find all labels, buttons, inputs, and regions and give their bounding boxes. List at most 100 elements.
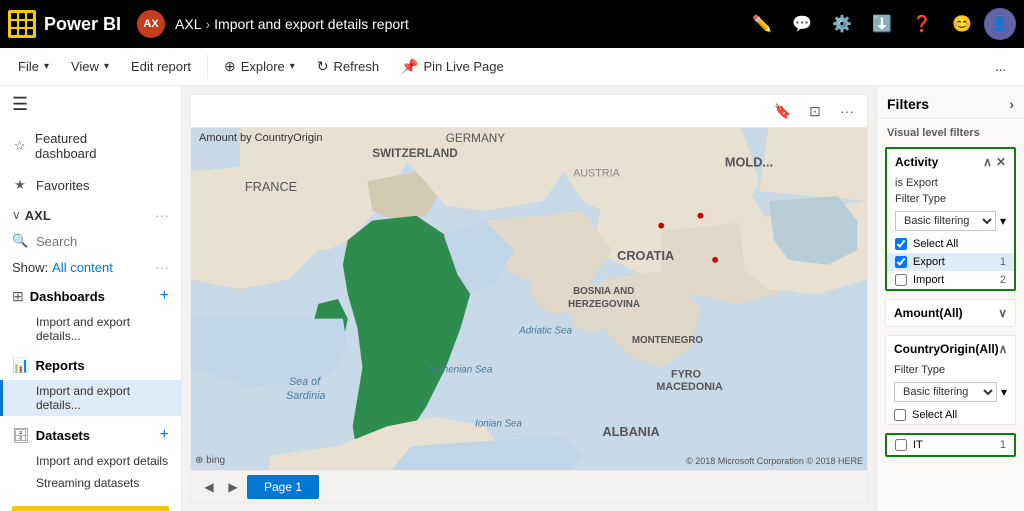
sidebar-item-favorites[interactable]: ★ Favorites xyxy=(0,169,181,201)
dataset-sub-item-2[interactable]: Streaming datasets xyxy=(0,472,181,494)
svg-text:CROATIA: CROATIA xyxy=(617,248,674,263)
toolbar-sep-1 xyxy=(207,55,208,79)
country-actions: ∧ xyxy=(999,342,1008,356)
report-sub-item-active[interactable]: Import and export details... xyxy=(0,380,181,416)
country-filter-group: CountryOrigin(All) ∧ Filter Type Basic f… xyxy=(885,335,1016,425)
reports-section-row: 📊 Reports xyxy=(0,351,181,380)
report-card-header: 🔖 ⊡ ··· xyxy=(191,95,867,128)
refresh-button[interactable]: ↻ Refresh xyxy=(307,54,389,79)
amount-label: Amount(All) xyxy=(894,306,963,320)
sidebar-search[interactable]: 🔍 xyxy=(0,229,181,253)
help-icon[interactable]: ❓ xyxy=(904,6,940,42)
sidebar-item-featured[interactable]: ☆ Featured dashboard ··· xyxy=(0,123,181,169)
it-checkbox-row: IT 1 xyxy=(887,435,1014,455)
svg-text:MONTENEGRO: MONTENEGRO xyxy=(632,335,704,346)
activity-filter-header[interactable]: Activity ∧ ✕ xyxy=(887,149,1014,175)
amount-filter-header[interactable]: Amount(All) ∨ xyxy=(886,300,1015,326)
refresh-icon: ↻ xyxy=(317,58,329,75)
more-visual-icon[interactable]: ··· xyxy=(835,99,859,123)
app-logo[interactable]: Power BI xyxy=(8,10,121,38)
prev-page-btn[interactable]: ◀ xyxy=(199,477,219,497)
country-label: CountryOrigin(All) xyxy=(894,342,999,356)
file-menu[interactable]: File ▾ xyxy=(8,55,59,78)
svg-text:MOLD...: MOLD... xyxy=(725,155,773,170)
filters-panel: Filters › Visual level filters Activity … xyxy=(876,86,1024,511)
comment-icon[interactable]: 💬 xyxy=(784,6,820,42)
bing-label: ⊕ bing xyxy=(195,455,225,466)
focus-icon[interactable]: ⊡ xyxy=(803,99,827,123)
favorites-icon: ★ xyxy=(12,177,28,193)
activity-close-icon[interactable]: ✕ xyxy=(996,155,1006,169)
view-chevron: ▾ xyxy=(104,61,109,72)
dashboards-section-row: ⊞ Dashboards + xyxy=(0,281,181,311)
bookmark-icon[interactable]: 🔖 xyxy=(771,99,795,123)
pin-live-button[interactable]: 📌 Pin Live Page xyxy=(391,54,514,79)
topbar: Power BI AX AXL › Import and export deta… xyxy=(0,0,1024,48)
import-label: Import xyxy=(913,274,944,286)
sidebar-bottom: ⬀ Get Data xyxy=(0,494,181,511)
user-avatar[interactable]: 👤 xyxy=(984,8,1016,40)
is-export-label: is Export xyxy=(887,175,1014,191)
settings-icon[interactable]: ⚙️ xyxy=(824,6,860,42)
datasets-label[interactable]: Datasets xyxy=(36,428,90,443)
import-checkbox-row: Import 2 xyxy=(887,271,1014,289)
svg-text:Adriatic Sea: Adriatic Sea xyxy=(518,325,572,336)
featured-icon: ☆ xyxy=(12,138,27,154)
country-filter-header[interactable]: CountryOrigin(All) ∧ xyxy=(886,336,1015,362)
explore-menu[interactable]: ⊕ Explore ▾ xyxy=(214,54,305,79)
dataset-sub-item-1[interactable]: Import and export details xyxy=(0,450,181,472)
dashboard-icon: ⊞ xyxy=(12,288,24,305)
show-all-link[interactable]: All content xyxy=(52,260,113,275)
reports-icon: 📊 xyxy=(12,357,29,374)
explore-chevron: ▾ xyxy=(290,61,295,72)
country-select-all-checkbox[interactable] xyxy=(894,409,906,421)
download-icon[interactable]: ⬇️ xyxy=(864,6,900,42)
show-more-icon[interactable]: ··· xyxy=(155,259,169,275)
edit-icon[interactable]: ✏️ xyxy=(744,6,780,42)
breadcrumb: AX AXL › Import and export details repor… xyxy=(137,10,409,38)
import-checkbox[interactable] xyxy=(895,274,907,286)
more-options-button[interactable]: ... xyxy=(985,55,1016,78)
search-input[interactable] xyxy=(36,234,169,249)
show-label: Show: xyxy=(12,260,48,275)
export-checkbox[interactable] xyxy=(895,256,907,268)
dashboards-label[interactable]: Dashboards xyxy=(30,289,105,304)
page-1-tab[interactable]: Page 1 xyxy=(247,475,319,499)
reports-label[interactable]: Reports xyxy=(35,358,84,373)
emoji-icon[interactable]: 😊 xyxy=(944,6,980,42)
get-data-button[interactable]: ⬀ Get Data xyxy=(12,506,169,511)
view-menu[interactable]: View ▾ xyxy=(61,55,119,78)
breadcrumb-workspace[interactable]: AXL xyxy=(175,16,201,32)
svg-text:HERZEGOVINA: HERZEGOVINA xyxy=(568,299,640,310)
country-collapse-icon[interactable]: ∧ xyxy=(999,342,1008,356)
filters-title: Filters xyxy=(887,96,929,112)
it-checkbox[interactable] xyxy=(895,439,907,451)
map-container: Amount by CountryOrigin xyxy=(191,128,867,470)
add-dataset-icon[interactable]: + xyxy=(160,426,169,444)
activity-filter-type-select[interactable]: Basic filtering xyxy=(895,211,996,231)
datasets-section-row: 🗄 Datasets + xyxy=(0,420,181,450)
svg-text:SWITZERLAND: SWITZERLAND xyxy=(372,147,458,160)
topbar-actions: ✏️ 💬 ⚙️ ⬇️ ❓ 😊 👤 xyxy=(744,6,1016,42)
app-name: Power BI xyxy=(44,14,121,35)
copyright-label: © 2018 Microsoft Corporation © 2018 HERE xyxy=(686,456,863,466)
activity-collapse-icon[interactable]: ∧ xyxy=(983,155,992,169)
sidebar-toggle[interactable]: ☰ xyxy=(0,86,181,123)
axl-more-icon[interactable]: ··· xyxy=(155,207,169,223)
amount-expand-icon[interactable]: ∨ xyxy=(998,306,1007,320)
filters-expand-btn[interactable]: › xyxy=(1009,96,1014,112)
axl-collapse-icon[interactable]: ∨ xyxy=(12,208,21,222)
sidebar: ☰ ☆ Featured dashboard ··· ★ Favorites ∨… xyxy=(0,86,182,511)
select-all-checkbox[interactable] xyxy=(895,238,907,250)
map-visual: Sea of Sardinia Tyrrhenian Sea Ionian Se… xyxy=(191,128,867,470)
country-filter-type-row: Basic filtering ▾ xyxy=(886,378,1015,406)
sidebar-axl-label[interactable]: AXL xyxy=(25,208,51,223)
toolbar: File ▾ View ▾ Edit report ⊕ Explore ▾ ↻ … xyxy=(0,48,1024,86)
next-page-btn[interactable]: ▶ xyxy=(223,477,243,497)
dashboard-sub-item[interactable]: Import and export details... xyxy=(0,311,181,347)
add-dashboard-icon[interactable]: + xyxy=(160,287,169,305)
activity-filter-type-row: Basic filtering ▾ xyxy=(887,207,1014,235)
show-row: Show: All content ··· xyxy=(0,253,181,281)
edit-report-button[interactable]: Edit report xyxy=(121,55,201,78)
country-filter-type-select[interactable]: Basic filtering xyxy=(894,382,997,402)
